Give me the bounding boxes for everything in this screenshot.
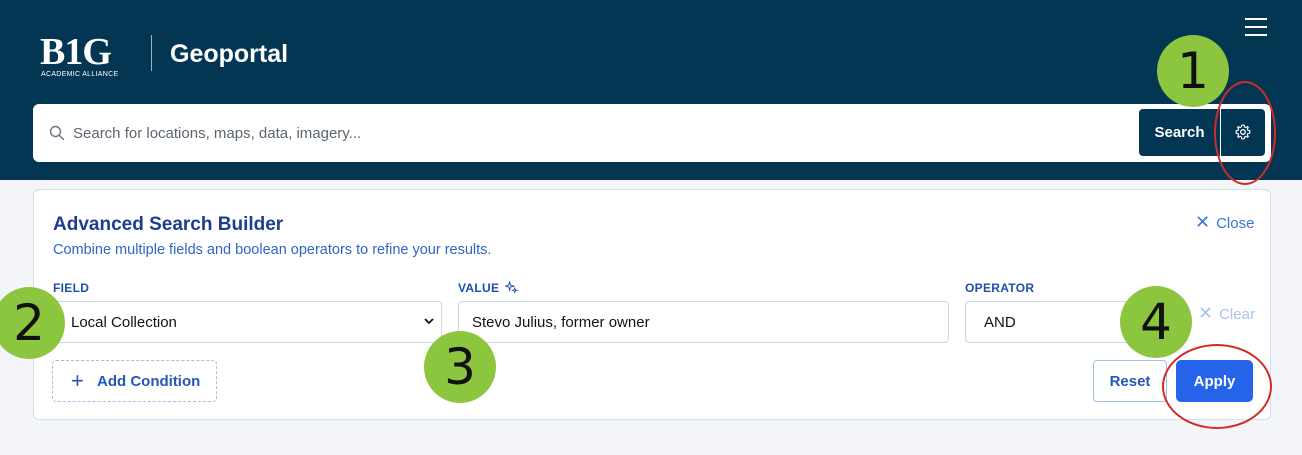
logo-subtext: ACADEMIC ALLIANCE xyxy=(41,71,119,78)
reset-button[interactable]: Reset xyxy=(1093,360,1167,402)
site-header: B1G ACADEMIC ALLIANCE Geoportal Search xyxy=(0,0,1302,180)
close-icon: ✕ xyxy=(1195,212,1211,232)
clear-label: Clear xyxy=(1219,306,1255,323)
app-title: Geoportal xyxy=(170,40,289,68)
clear-condition-button[interactable]: ✕ Clear xyxy=(1198,303,1255,324)
logo-text: B1G xyxy=(40,31,112,73)
value-input-text: Stevo Julius, former owner xyxy=(472,314,650,331)
add-condition-label: Add Condition xyxy=(97,373,201,390)
close-label: Close xyxy=(1216,215,1255,232)
operator-label: OPERATOR xyxy=(965,281,1035,295)
field-label: FIELD xyxy=(53,281,90,295)
highlight-ring-settings xyxy=(1214,81,1276,185)
highlight-ring-apply xyxy=(1162,344,1272,429)
callout-3: 3 xyxy=(424,331,496,403)
plus-icon: + xyxy=(71,368,84,393)
operator-select-value: AND xyxy=(984,314,1016,331)
panel-description: Combine multiple fields and boolean oper… xyxy=(53,242,492,258)
search-icon xyxy=(49,125,65,141)
chevron-down-icon xyxy=(424,318,434,325)
callout-1: 1 xyxy=(1157,35,1229,107)
advanced-search-panel: Advanced Search Builder Combine multiple… xyxy=(33,189,1271,420)
search-input[interactable] xyxy=(73,114,1133,152)
field-select-value: Local Collection xyxy=(71,314,177,331)
logo-divider xyxy=(151,35,152,71)
value-input[interactable]: Stevo Julius, former owner xyxy=(458,301,949,343)
sparkle-icon xyxy=(503,280,519,294)
field-select[interactable]: Local Collection xyxy=(53,301,442,343)
panel-title: Advanced Search Builder xyxy=(53,214,284,235)
value-label: VALUE xyxy=(458,281,500,295)
big-ten-logo[interactable]: B1G ACADEMIC ALLIANCE xyxy=(40,31,130,80)
callout-4: 4 xyxy=(1120,286,1192,358)
search-button[interactable]: Search xyxy=(1139,109,1220,156)
close-button[interactable]: ✕ Close xyxy=(1195,212,1254,233)
hamburger-menu-icon[interactable] xyxy=(1245,18,1269,40)
value-label-group: VALUE xyxy=(458,280,519,295)
search-bar: Search xyxy=(33,104,1271,162)
clear-icon: ✕ xyxy=(1198,303,1214,323)
add-condition-button[interactable]: + Add Condition xyxy=(52,360,217,402)
